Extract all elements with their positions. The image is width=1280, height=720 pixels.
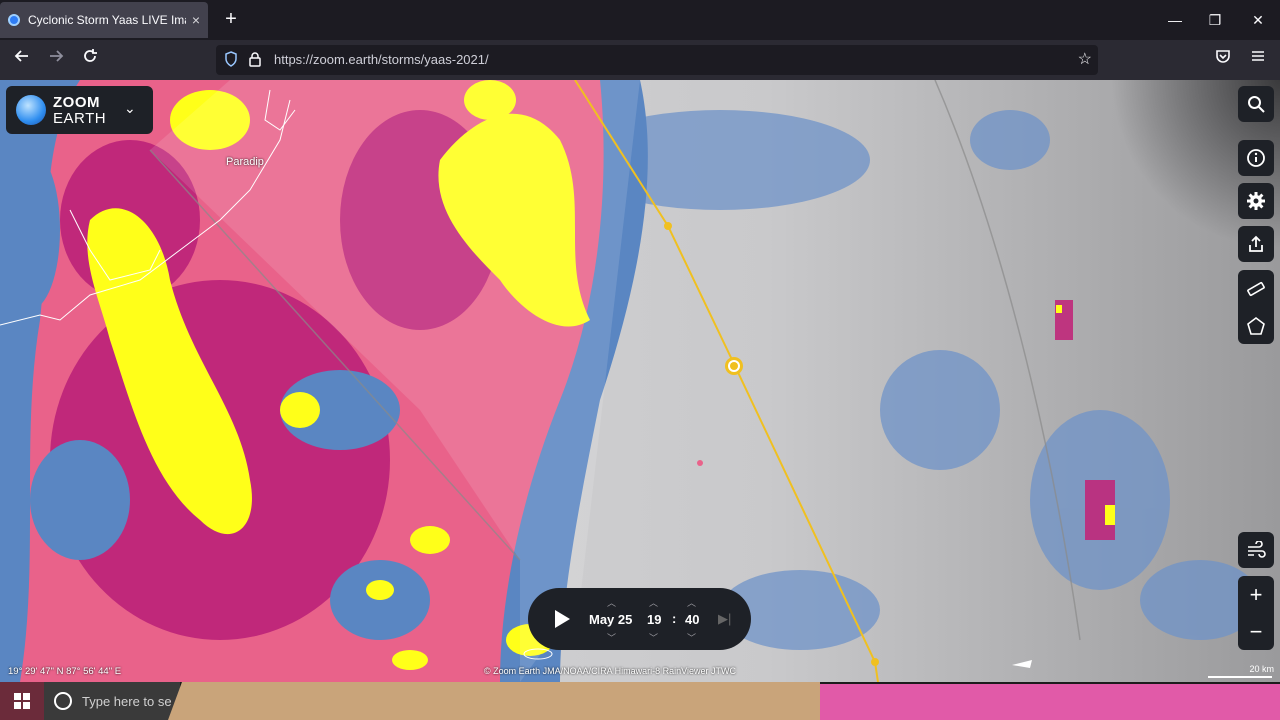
polygon-icon (1247, 316, 1265, 335)
browser-tab[interactable]: Cyclonic Storm Yaas LIVE Image × (0, 2, 208, 38)
info-icon (1247, 149, 1265, 167)
url-bar[interactable]: https://zoom.earth/storms/yaas-2021/ ☆ (216, 45, 1098, 75)
play-icon[interactable] (552, 608, 572, 630)
logo-text-zoom: ZOOM (53, 94, 100, 111)
scale-bar: 20 km (1206, 664, 1274, 678)
tab-title: Cyclonic Storm Yaas LIVE Image (28, 13, 186, 27)
menu-icon[interactable] (1246, 48, 1270, 72)
map-view[interactable]: Paradip ZOOM EARTH ⌄ + − ︿ May 25 ﹀ ︿ 19… (0, 80, 1280, 682)
bookmark-star-icon[interactable]: ☆ (1078, 49, 1092, 69)
url-text[interactable]: https://zoom.earth/storms/yaas-2021/ (274, 52, 489, 67)
date-up-arrow-icon[interactable]: ︿ (607, 596, 616, 609)
cortana-circle-icon (54, 692, 72, 710)
scale-label: 20 km (1249, 664, 1274, 674)
search-icon (1248, 96, 1265, 113)
hour-up-arrow-icon[interactable]: ︿ (649, 596, 658, 609)
share-button[interactable] (1238, 226, 1274, 262)
minimize-icon[interactable]: — (1163, 8, 1187, 32)
taskbar-search-placeholder: Type here to se (82, 694, 172, 709)
map-credits[interactable]: © Zoom Earth JMA/NOAA/CIRA Himawari-8 Ra… (484, 666, 736, 676)
info-button[interactable] (1238, 140, 1274, 176)
zoom-earth-menu[interactable]: ZOOM EARTH ⌄ (6, 86, 153, 134)
zoom-out-icon[interactable]: − (1238, 613, 1274, 650)
reload-icon[interactable] (78, 48, 102, 72)
ruler-button[interactable] (1238, 270, 1274, 307)
measure-tools-group (1238, 270, 1274, 344)
pocket-icon[interactable] (1211, 48, 1235, 72)
logo-text-earth: EARTH (53, 110, 107, 127)
chevron-down-icon: ⌄ (124, 100, 136, 116)
time-separator: : (672, 611, 677, 626)
globe-logo-icon (16, 95, 46, 125)
gear-icon (1247, 192, 1265, 210)
overlay-pink-block (820, 684, 1280, 720)
zoom-in-icon[interactable]: + (1238, 576, 1274, 613)
tab-strip: Cyclonic Storm Yaas LIVE Image × + — ❐ ✕ (0, 0, 1280, 40)
scale-line (1208, 676, 1272, 678)
cursor-coordinates: 19° 29' 47" N 87° 56' 44" E (8, 666, 122, 677)
taskbar-search[interactable]: Type here to se (44, 682, 180, 720)
windows-taskbar: Type here to se (0, 682, 1280, 720)
time-control: ︿ May 25 ﹀ ︿ 19 ﹀ : ︿ 40 ﹀ ▶| (528, 588, 751, 650)
place-label-paradip: Paradip (226, 156, 264, 168)
settings-button[interactable] (1238, 183, 1274, 219)
new-tab-icon[interactable]: + (220, 8, 242, 30)
navigation-bar: https://zoom.earth/storms/yaas-2021/ ☆ (0, 40, 1280, 80)
globe-favicon-icon (8, 14, 20, 26)
start-button[interactable] (0, 682, 44, 720)
tab-close-icon[interactable]: × (192, 12, 200, 28)
maximize-icon[interactable]: ❐ (1203, 8, 1227, 32)
back-icon[interactable] (10, 48, 34, 72)
lock-icon[interactable] (248, 51, 262, 67)
wind-layer-button[interactable] (1238, 532, 1274, 568)
ruler-icon (1247, 281, 1265, 296)
zoom-controls: + − (1238, 576, 1274, 650)
minute-up-arrow-icon[interactable]: ︿ (687, 596, 696, 609)
wind-icon (1248, 541, 1266, 558)
date-value[interactable]: May 25 (589, 612, 632, 627)
overlay-tan-block (168, 682, 820, 720)
search-button[interactable] (1238, 86, 1274, 122)
minute-down-arrow-icon[interactable]: ﹀ (687, 631, 696, 644)
polygon-button[interactable] (1238, 307, 1274, 344)
shield-icon[interactable] (224, 51, 238, 67)
skip-forward-icon[interactable]: ▶| (718, 611, 731, 627)
date-down-arrow-icon[interactable]: ﹀ (607, 631, 616, 644)
hour-value[interactable]: 19 (647, 612, 661, 627)
share-icon (1249, 235, 1263, 252)
hour-down-arrow-icon[interactable]: ﹀ (649, 631, 658, 644)
forward-icon[interactable] (44, 48, 68, 72)
minute-value[interactable]: 40 (685, 612, 699, 627)
window-close-icon[interactable]: ✕ (1246, 8, 1270, 32)
windows-logo-icon (14, 693, 30, 709)
